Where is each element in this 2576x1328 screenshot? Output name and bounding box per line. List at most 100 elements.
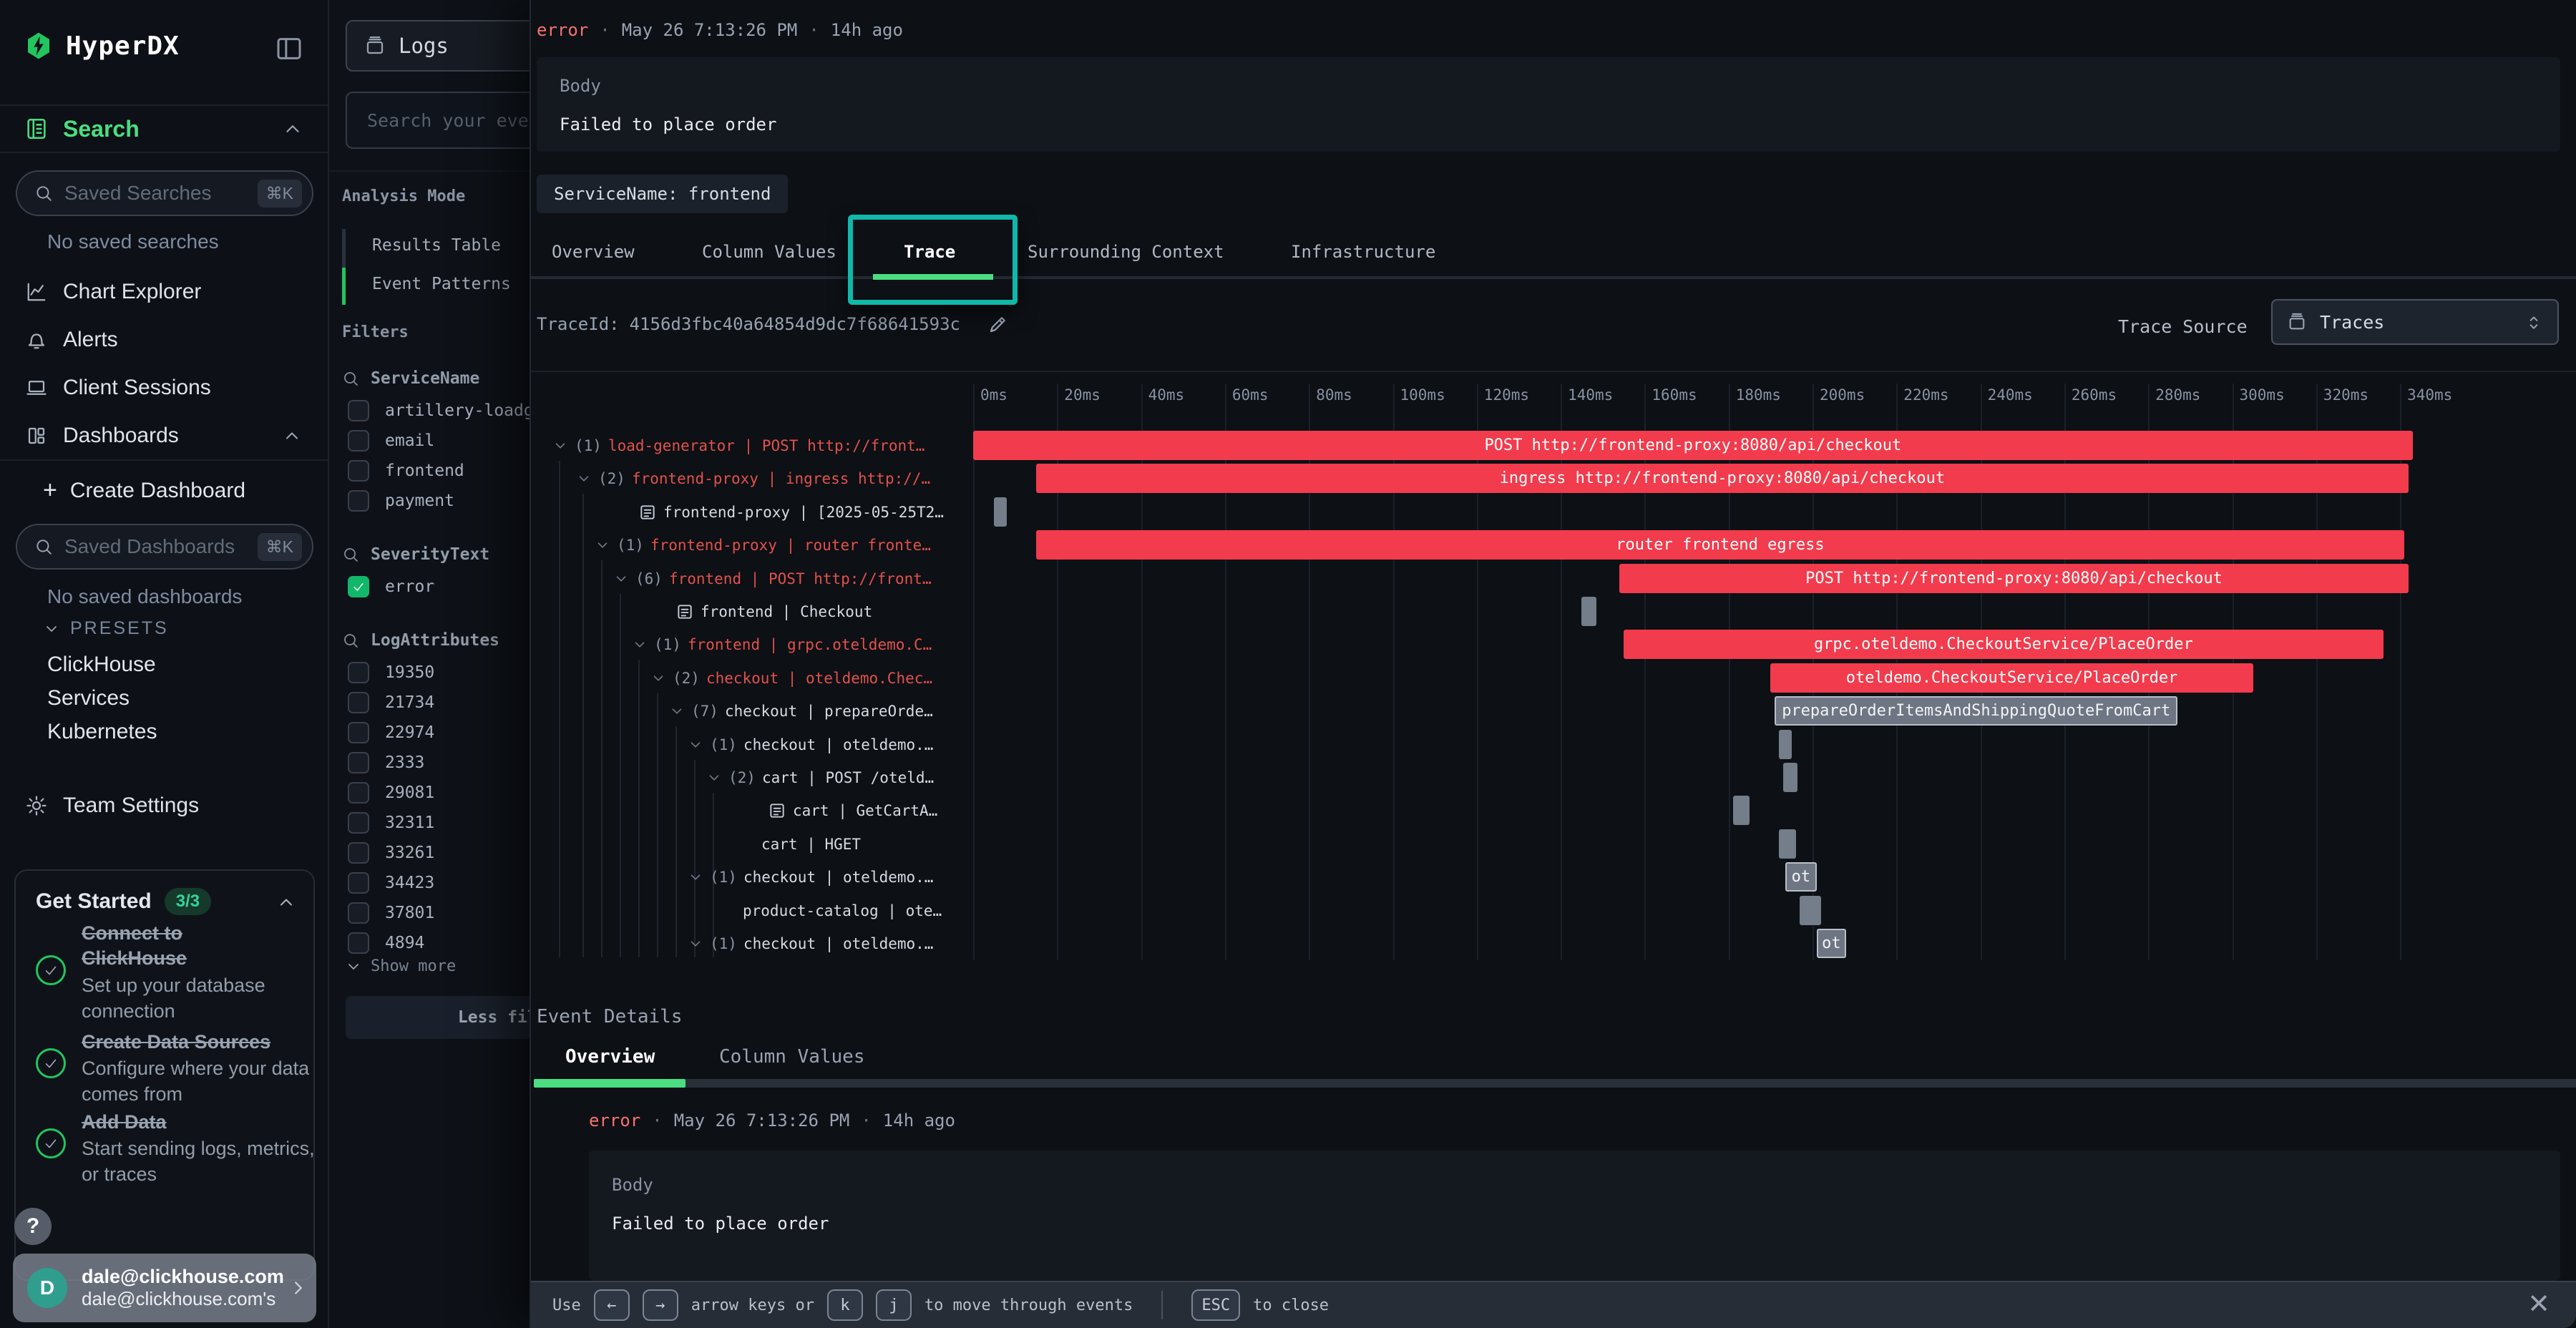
sidebar-item-team-settings[interactable]: Team Settings	[0, 787, 328, 824]
trace-span-bar[interactable]: ot	[1785, 862, 1817, 892]
saved-searches-input[interactable]: Saved Searches ⌘K	[16, 170, 313, 216]
event-panel-footer: Use ← → arrow keys or k j to move throug…	[531, 1281, 2576, 1328]
chevron-up-icon[interactable]	[282, 426, 302, 446]
sidebar-item-clickhouse[interactable]: ClickHouse	[47, 653, 156, 677]
trace-tree-row[interactable]: (2)frontend-proxy | ingress http://…	[576, 462, 930, 495]
checkbox[interactable]	[348, 460, 369, 482]
chevron-down-icon[interactable]	[688, 936, 703, 952]
close-icon[interactable]: ✕	[2527, 1288, 2550, 1319]
chevron-down-icon[interactable]	[688, 737, 703, 753]
check-circle-icon	[36, 1048, 66, 1078]
sidebar-item-chart-explorer[interactable]: Chart Explorer	[0, 273, 328, 311]
trace-tree-row[interactable]: (1)checkout | oteldemo.…	[688, 728, 933, 761]
chevron-up-icon[interactable]	[276, 892, 296, 912]
tab-ed-overview[interactable]: Overview	[565, 1046, 655, 1068]
checkbox[interactable]	[348, 662, 369, 683]
trace-span-bar[interactable]	[1779, 829, 1795, 859]
chevron-down-icon[interactable]	[650, 670, 666, 686]
trace-tree-row[interactable]: (1)checkout | oteldemo.…	[688, 861, 933, 894]
divider	[0, 152, 328, 153]
tab-column-values[interactable]: Column Values	[702, 242, 836, 262]
sidebar-item-alerts[interactable]: Alerts	[0, 321, 328, 358]
sidebar-item-kubernetes[interactable]: Kubernetes	[47, 720, 157, 744]
trace-tree-row[interactable]: (1)checkout | oteldemo.…	[688, 927, 933, 960]
trace-tree-row[interactable]: (7)checkout | prepareOrde…	[669, 695, 933, 728]
checkbox[interactable]	[348, 812, 369, 834]
mode-results-table[interactable]: Results Table	[372, 236, 501, 255]
collapse-sidebar-icon[interactable]	[275, 34, 303, 63]
checkbox[interactable]	[348, 902, 369, 924]
tab-overview[interactable]: Overview	[552, 242, 635, 262]
trace-tree-row[interactable]: (1)load-generator | POST http://front…	[552, 429, 924, 462]
trace-tree-row[interactable]: (6)frontend | POST http://front…	[613, 562, 932, 595]
edit-icon[interactable]	[987, 313, 1009, 335]
tab-surrounding-context[interactable]: Surrounding Context	[1028, 242, 1224, 262]
trace-tree-row[interactable]: product-catalog | ote…	[743, 894, 942, 927]
chevron-down-icon[interactable]	[552, 438, 568, 454]
trace-tree-row[interactable]: (1)frontend | grpc.oteldemo.C…	[632, 628, 932, 661]
checkbox[interactable]	[348, 490, 369, 512]
presets-toggle[interactable]: PRESETS	[43, 618, 169, 639]
trace-tree-row[interactable]: (2)checkout | oteldemo.Chec…	[650, 662, 932, 695]
trace-span-bar[interactable]: oteldemo.CheckoutService/PlaceOrder	[1770, 663, 2253, 693]
chevron-down-icon[interactable]	[632, 637, 648, 653]
trace-span-bar[interactable]	[994, 497, 1007, 527]
trace-span-bar[interactable]: router frontend egress	[1036, 530, 2404, 560]
sidebar-item-dashboards[interactable]: Dashboards	[0, 417, 328, 454]
service-name-chip[interactable]: ServiceName: frontend	[537, 175, 788, 213]
chevron-down-icon[interactable]	[706, 770, 722, 786]
trace-tree-row[interactable]: cart | GetCartA…	[768, 794, 937, 827]
chevron-down-icon[interactable]	[576, 471, 592, 487]
chevron-up-icon[interactable]	[282, 118, 303, 140]
checkbox[interactable]	[348, 932, 369, 954]
checkbox[interactable]	[348, 782, 369, 804]
checkbox[interactable]	[348, 576, 369, 597]
saved-dashboards-input[interactable]: Saved Dashboards ⌘K	[16, 524, 313, 570]
trace-source-select[interactable]: Traces	[2271, 299, 2559, 345]
mode-event-patterns[interactable]: Event Patterns	[372, 275, 511, 293]
tab-ed-column-values[interactable]: Column Values	[719, 1046, 865, 1068]
trace-span-bar[interactable]	[1733, 796, 1750, 825]
trace-span-bar[interactable]	[1779, 730, 1792, 759]
trace-span-bar[interactable]	[1783, 763, 1798, 792]
sidebar-item-client-sessions[interactable]: Client Sessions	[0, 369, 328, 406]
checkbox[interactable]	[348, 400, 369, 421]
checkbox[interactable]	[348, 842, 369, 864]
user-menu[interactable]: D dale@clickhouse.com dale@clickhouse.co…	[13, 1254, 316, 1322]
log-event-icon	[768, 801, 786, 820]
chevron-down-icon[interactable]	[669, 703, 685, 719]
step-title[interactable]: Connect to ClickHouse	[82, 921, 289, 971]
tab-infrastructure[interactable]: Infrastructure	[1291, 242, 1435, 262]
trace-tree-row[interactable]: cart | HGET	[761, 828, 861, 861]
chevron-down-icon[interactable]	[613, 571, 629, 587]
event-relative-time: 14h ago	[883, 1110, 955, 1131]
trace-tree-row[interactable]: (2)cart | POST /oteld…	[706, 761, 934, 794]
checkbox[interactable]	[348, 752, 369, 773]
trace-span-bar[interactable]: POST http://frontend-proxy:8080/api/chec…	[1619, 564, 2409, 593]
trace-span-bar[interactable]: ot	[1817, 929, 1846, 958]
trace-span-bar[interactable]	[1800, 896, 1820, 925]
logo[interactable]: HyperDX	[24, 30, 180, 62]
get-started-title: Get Started	[36, 889, 152, 914]
trace-span-bar[interactable]: grpc.oteldemo.CheckoutService/PlaceOrder	[1624, 630, 2384, 659]
sidebar-item-search[interactable]: Search	[0, 107, 328, 150]
trace-span-bar[interactable]: POST http://frontend-proxy:8080/api/chec…	[973, 431, 2413, 460]
trace-span-bar[interactable]: ingress http://frontend-proxy:8080/api/c…	[1036, 464, 2409, 493]
step-title[interactable]: Add Data	[82, 1110, 289, 1135]
trace-tree-row[interactable]: frontend-proxy | [2025-05-25T2…	[638, 496, 944, 529]
create-dashboard-button[interactable]: + Create Dashboard	[43, 477, 245, 504]
sidebar-item-services[interactable]: Services	[47, 686, 130, 711]
chevron-down-icon[interactable]	[688, 869, 703, 885]
show-more-button[interactable]: Show more	[345, 957, 456, 975]
checkbox[interactable]	[348, 692, 369, 713]
trace-tree-row[interactable]: (1)frontend-proxy | router fronte…	[595, 529, 931, 562]
checkbox[interactable]	[348, 872, 369, 894]
trace-span-bar[interactable]	[1581, 597, 1596, 626]
trace-span-bar[interactable]: prepareOrderItemsAndShippingQuoteFromCar…	[1775, 696, 2177, 726]
trace-tree-row[interactable]: frontend | Checkout	[675, 595, 872, 628]
checkbox[interactable]	[348, 430, 369, 451]
step-title[interactable]: Create Data Sources	[82, 1030, 289, 1055]
checkbox[interactable]	[348, 722, 369, 743]
chevron-down-icon[interactable]	[595, 537, 610, 553]
help-button[interactable]: ?	[14, 1208, 52, 1245]
